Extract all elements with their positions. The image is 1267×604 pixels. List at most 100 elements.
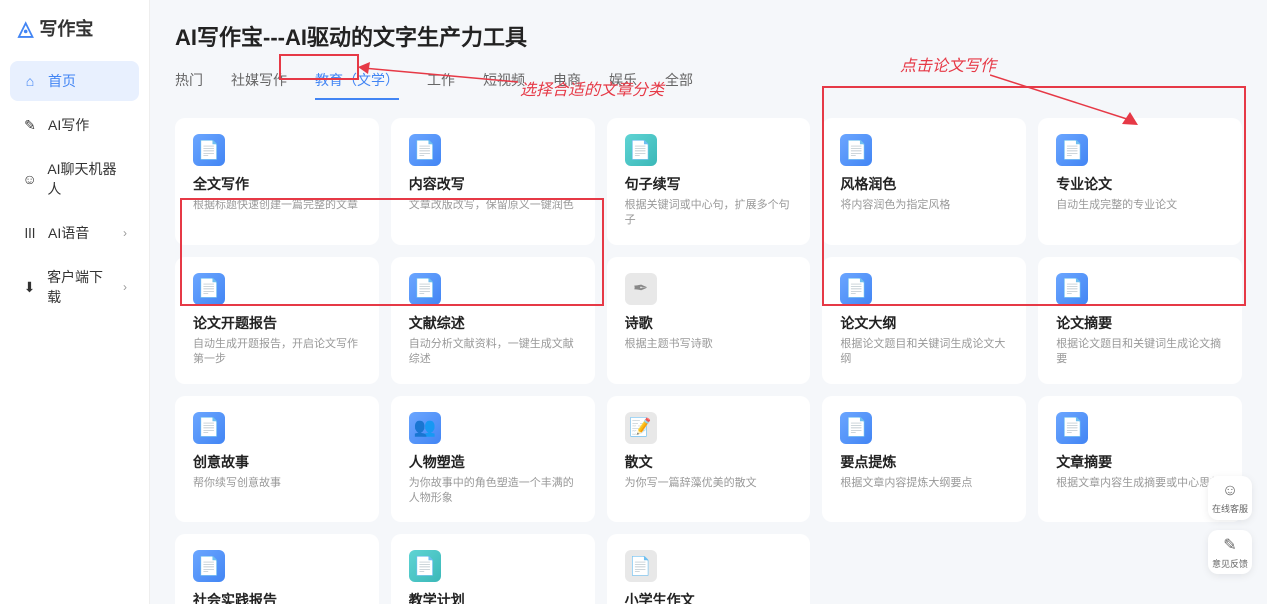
card-icon: ✒: [625, 273, 657, 305]
page-title: AI写作宝---AI驱动的文字生产力工具: [175, 20, 1242, 52]
card-icon: 📄: [193, 550, 225, 582]
card-8[interactable]: 📄 论文大纲根据论文题目和关键词生成论文大纲: [822, 257, 1026, 384]
card-17[interactable]: 📄小学生作文为中小学生作文题目提供优秀范文: [607, 534, 811, 604]
card-3[interactable]: 📄 风格润色将内容润色为指定风格: [822, 118, 1026, 245]
card-icon: 📄: [409, 273, 441, 305]
nav-ai-chat[interactable]: ☺ AI聊天机器人: [10, 149, 139, 209]
nav-label: AI语音: [48, 223, 89, 243]
card-desc: 根据主题书写诗歌: [625, 337, 793, 352]
card-5[interactable]: 📄 论文开题报告自动生成开题报告，开启论文写作第一步: [175, 257, 379, 384]
card-title: 要点提炼: [840, 452, 1008, 472]
card-13[interactable]: 📄 要点提炼根据文章内容提炼大纲要点: [822, 396, 1026, 523]
card-12[interactable]: 📝 散文为你写一篇辞藻优美的散文: [607, 396, 811, 523]
card-4[interactable]: 📄 专业论文自动生成完整的专业论文: [1038, 118, 1242, 245]
logo: ◬ 写作宝: [10, 15, 139, 41]
tab-work[interactable]: 工作: [427, 70, 455, 100]
card-title: 教学计划: [409, 590, 577, 604]
card-desc: 文章改版改写，保留原义一键润色: [409, 198, 577, 213]
pen-icon: ✎: [22, 117, 38, 133]
card-1[interactable]: 📄内容改写文章改版改写，保留原义一键润色: [391, 118, 595, 245]
sidebar: ◬ 写作宝 ⌂ 首页 ✎ AI写作 ☺ AI聊天机器人 ǀǀǀ AI语音 › ⬇…: [0, 0, 150, 604]
nav-ai-voice[interactable]: ǀǀǀ AI语音 ›: [10, 213, 139, 253]
card-0[interactable]: 📄 全文写作根据标题快速创建一篇完整的文章: [175, 118, 379, 245]
card-icon: 📄: [1056, 412, 1088, 444]
nav-label: AI聊天机器人: [47, 159, 127, 199]
chevron-right-icon: ›: [123, 280, 127, 294]
card-title: 句子续写: [625, 174, 793, 194]
card-title: 全文写作: [193, 174, 361, 194]
home-icon: ⌂: [22, 73, 38, 89]
card-icon: 📄: [840, 412, 872, 444]
nav-label: 客户端下载: [47, 267, 113, 307]
card-icon: 📄: [840, 134, 872, 166]
card-desc: 根据文章内容提炼大纲要点: [840, 476, 1008, 491]
card-2[interactable]: 📄 句子续写根据关键词或中心句，扩展多个句子: [607, 118, 811, 245]
tab-all[interactable]: 全部: [665, 70, 693, 100]
card-icon: 📄: [409, 550, 441, 582]
card-desc: 自动生成开题报告，开启论文写作第一步: [193, 337, 361, 368]
card-icon: 📄: [625, 134, 657, 166]
card-7[interactable]: ✒诗歌根据主题书写诗歌: [607, 257, 811, 384]
card-11[interactable]: 👥人物塑造为你故事中的角色塑造一个丰满的人物形象: [391, 396, 595, 523]
chevron-right-icon: ›: [123, 226, 127, 240]
card-15[interactable]: 📄社会实践报告根据实践内容生成一篇实践报告: [175, 534, 379, 604]
tab-video[interactable]: 短视频: [483, 70, 525, 100]
nav-label: AI写作: [48, 115, 89, 135]
tab-hot[interactable]: 热门: [175, 70, 203, 100]
card-6[interactable]: 📄 文献综述自动分析文献资料，一键生成文献综述: [391, 257, 595, 384]
card-desc: 根据关键词或中心句，扩展多个句子: [625, 198, 793, 229]
card-icon: 📄: [1056, 273, 1088, 305]
chat-icon: ☺: [22, 171, 37, 187]
card-title: 散文: [625, 452, 793, 472]
tab-education[interactable]: 教育（文学）: [315, 70, 399, 100]
card-title: 人物塑造: [409, 452, 577, 472]
card-desc: 为你写一篇辞藻优美的散文: [625, 476, 793, 491]
nav-label: 首页: [48, 71, 76, 91]
card-desc: 根据标题快速创建一篇完整的文章: [193, 198, 361, 213]
float-label: 意见反馈: [1212, 557, 1248, 570]
card-title: 文献综述: [409, 313, 577, 333]
card-title: 论文开题报告: [193, 313, 361, 333]
card-title: 内容改写: [409, 174, 577, 194]
card-icon: 📄: [625, 550, 657, 582]
main-content: AI写作宝---AI驱动的文字生产力工具 热门 社媒写作 教育（文学） 工作 短…: [150, 0, 1267, 604]
card-title: 风格润色: [840, 174, 1008, 194]
card-icon: 📄: [193, 412, 225, 444]
card-title: 论文摘要: [1056, 313, 1224, 333]
nav-ai-write[interactable]: ✎ AI写作: [10, 105, 139, 145]
card-desc: 根据论文题目和关键词生成论文大纲: [840, 337, 1008, 368]
feedback-icon: ✎: [1223, 535, 1236, 555]
card-desc: 根据论文题目和关键词生成论文摘要: [1056, 337, 1224, 368]
tab-entertainment[interactable]: 娱乐: [609, 70, 637, 100]
nav-home[interactable]: ⌂ 首页: [10, 61, 139, 101]
card-desc: 自动生成完整的专业论文: [1056, 198, 1224, 213]
card-icon: 📄: [193, 134, 225, 166]
card-desc: 为你故事中的角色塑造一个丰满的人物形象: [409, 476, 577, 507]
nav-download[interactable]: ⬇ 客户端下载 ›: [10, 257, 139, 317]
card-title: 文章摘要: [1056, 452, 1224, 472]
tab-social[interactable]: 社媒写作: [231, 70, 287, 100]
card-16[interactable]: 📄教学计划根据课程内容快速生成千字教案: [391, 534, 595, 604]
card-icon: 📄: [193, 273, 225, 305]
float-feedback[interactable]: ✎ 意见反馈: [1208, 530, 1252, 574]
brand-name: 写作宝: [39, 15, 93, 41]
card-title: 论文大纲: [840, 313, 1008, 333]
card-icon: 📄: [840, 273, 872, 305]
card-icon: 📝: [625, 412, 657, 444]
card-desc: 自动分析文献资料，一键生成文献综述: [409, 337, 577, 368]
card-icon: 📄: [1056, 134, 1088, 166]
float-support[interactable]: ☺ 在线客服: [1208, 476, 1252, 520]
card-9[interactable]: 📄 论文摘要根据论文题目和关键词生成论文摘要: [1038, 257, 1242, 384]
card-10[interactable]: 📄创意故事帮你续写创意故事: [175, 396, 379, 523]
card-title: 专业论文: [1056, 174, 1224, 194]
card-desc: 将内容润色为指定风格: [840, 198, 1008, 213]
logo-icon: ◬: [18, 16, 33, 41]
tab-ecommerce[interactable]: 电商: [553, 70, 581, 100]
float-label: 在线客服: [1212, 502, 1248, 515]
card-title: 社会实践报告: [193, 590, 361, 604]
download-icon: ⬇: [22, 279, 37, 295]
card-desc: 帮你续写创意故事: [193, 476, 361, 491]
category-tabs: 热门 社媒写作 教育（文学） 工作 短视频 电商 娱乐 全部: [175, 70, 1242, 100]
cards-grid: 📄 全文写作根据标题快速创建一篇完整的文章 📄 内容改写文章改版改写，保留原义一键润色…: [175, 118, 1242, 604]
card-title: 小学生作文: [625, 590, 793, 604]
